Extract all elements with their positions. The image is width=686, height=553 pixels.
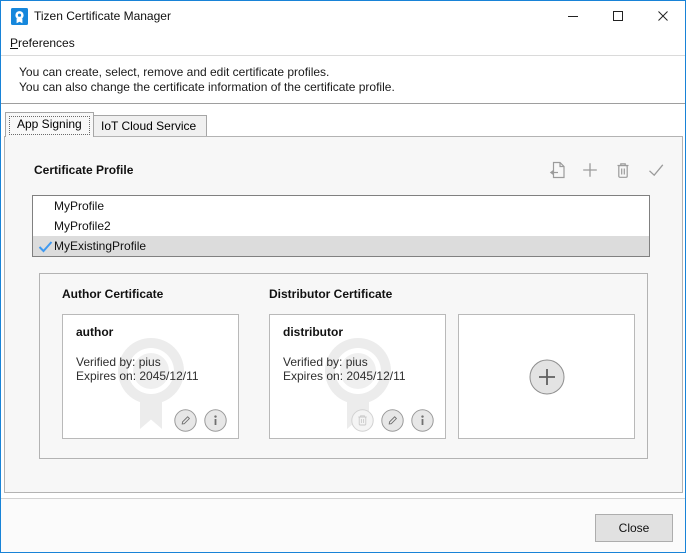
info-icon — [411, 409, 434, 432]
profile-list: MyProfile MyProfile2 MyExistingProfile — [32, 195, 650, 257]
author-certificate-heading: Author Certificate — [62, 287, 163, 301]
profile-row-myprofile[interactable]: MyProfile — [33, 196, 649, 216]
distributor-cert-expires-on: Expires on: 2045/12/11 — [283, 369, 406, 383]
intro-line-2: You can also change the certificate info… — [19, 80, 685, 95]
menubar: Preferences — [1, 31, 685, 56]
tizen-app-icon — [11, 8, 28, 25]
titlebar[interactable]: Tizen Certificate Manager — [1, 1, 685, 31]
import-profiles-button[interactable] — [547, 160, 567, 180]
author-cert-expires-on: Expires on: 2045/12/11 — [76, 369, 199, 383]
set-active-profile-button[interactable] — [646, 160, 666, 180]
menu-preferences[interactable]: Preferences — [4, 31, 81, 55]
tab-app-signing-label: App Signing — [17, 117, 82, 131]
distributor-cert-verified-by: Verified by: pius — [283, 355, 368, 369]
check-icon — [646, 160, 666, 180]
app-signing-panel: Certificate Profile — [4, 136, 683, 493]
trash-icon-disabled — [351, 409, 374, 432]
minimize-button[interactable] — [550, 1, 595, 31]
close-icon — [657, 10, 669, 22]
remove-distributor-certificate-button[interactable] — [351, 409, 374, 432]
info-icon — [204, 409, 227, 432]
remove-profile-button[interactable] — [613, 160, 633, 180]
profile-name: MyExistingProfile — [54, 239, 146, 253]
document-import-icon — [547, 160, 567, 180]
profile-toolbar — [547, 160, 666, 180]
certificate-profile-title: Certificate Profile — [34, 163, 133, 177]
profile-name: MyProfile — [54, 199, 104, 213]
author-card-buttons — [174, 409, 227, 432]
window-title: Tizen Certificate Manager — [34, 9, 171, 23]
author-certificate-info-button[interactable] — [204, 409, 227, 432]
distributor-certificate-card: distributor Verified by: pius Expires on… — [269, 314, 446, 439]
add-profile-button[interactable] — [580, 160, 600, 180]
profile-row-myprofile2[interactable]: MyProfile2 — [33, 216, 649, 236]
distributor-certificate-heading: Distributor Certificate — [269, 287, 392, 301]
certificates-group: Author Certificate Distributor Certifica… — [39, 273, 648, 459]
close-window-button[interactable] — [640, 1, 685, 31]
distributor-cert-name: distributor — [283, 325, 343, 339]
plus-icon — [580, 160, 600, 180]
distributor-certificate-info-button[interactable] — [411, 409, 434, 432]
distributor-card-buttons — [351, 409, 434, 432]
add-certificate-button[interactable] — [528, 358, 565, 395]
edit-author-certificate-button[interactable] — [174, 409, 197, 432]
empty-certificate-card — [458, 314, 635, 439]
pencil-icon — [174, 409, 197, 432]
edit-distributor-certificate-button[interactable] — [381, 409, 404, 432]
tab-iot-cloud-service-label: IoT Cloud Service — [101, 119, 196, 133]
author-certificate-card: author Verified by: pius Expires on: 204… — [62, 314, 239, 439]
plus-circle-icon — [528, 358, 565, 395]
trash-icon — [613, 160, 633, 180]
pencil-icon — [381, 409, 404, 432]
profile-name: MyProfile2 — [54, 219, 111, 233]
tab-app-signing[interactable]: App Signing — [5, 112, 94, 137]
tizen-certificate-manager-window: Tizen Certificate Manager Preferences Yo… — [0, 0, 686, 553]
author-cert-name: author — [76, 325, 113, 339]
author-cert-verified-by: Verified by: pius — [76, 355, 161, 369]
window-controls — [550, 1, 685, 31]
tab-iot-cloud-service[interactable]: IoT Cloud Service — [90, 115, 207, 137]
intro-line-1: You can create, select, remove and edit … — [19, 65, 685, 80]
footer: Close — [1, 499, 685, 552]
close-button[interactable]: Close — [595, 514, 673, 542]
active-profile-check-icon — [33, 239, 54, 254]
maximize-button[interactable] — [595, 1, 640, 31]
minimize-icon — [567, 10, 579, 22]
intro-text: You can create, select, remove and edit … — [1, 57, 685, 104]
profile-row-myexistingprofile[interactable]: MyExistingProfile — [33, 236, 649, 256]
maximize-icon — [612, 10, 624, 22]
